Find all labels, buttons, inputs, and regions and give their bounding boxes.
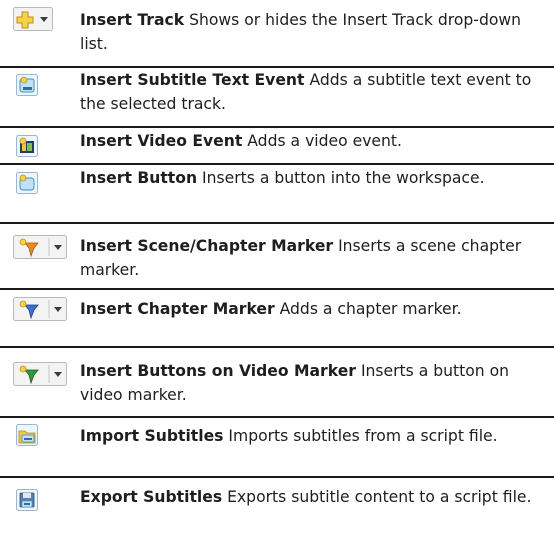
row-title: Insert Button: [80, 169, 198, 187]
row-divider: [0, 163, 554, 165]
row-text: Adds a chapter marker.: [279, 300, 462, 318]
row-title: Insert Buttons on Video Marker: [80, 362, 356, 380]
row-description: Export Subtitles Exports subtitle conten…: [80, 485, 550, 509]
row-title: Insert Scene/Chapter Marker: [80, 237, 334, 255]
row-text: Inserts a button into the workspace.: [202, 169, 485, 187]
row-divider: [0, 416, 554, 418]
row-description: Import Subtitles Imports subtitles from …: [80, 424, 550, 448]
row-description: Insert Subtitle Text Event Adds a subtit…: [80, 68, 550, 116]
row-description: Insert Buttons on Video Marker Inserts a…: [80, 359, 550, 407]
row-description: Insert Track Shows or hides the Insert T…: [80, 8, 550, 56]
row-title: Export Subtitles: [80, 488, 223, 506]
row-title: Insert Subtitle Text Event: [80, 71, 305, 89]
insert-video-event-icon[interactable]: [16, 135, 38, 157]
insert-buttons-on-video-marker-icon[interactable]: [13, 362, 67, 386]
row-title: Insert Track: [80, 11, 185, 29]
row-description: Insert Chapter Marker Adds a chapter mar…: [80, 297, 550, 321]
insert-scene-chapter-marker-icon[interactable]: [13, 235, 67, 259]
row-text: Exports subtitle content to a script fil…: [227, 488, 532, 506]
insert-track-dropdown-icon[interactable]: [13, 7, 53, 31]
row-title: Insert Video Event: [80, 132, 243, 150]
insert-subtitle-text-event-icon[interactable]: [16, 74, 38, 96]
row-text: Imports subtitles from a script file.: [228, 427, 498, 445]
row-description: Insert Video Event Adds a video event.: [80, 129, 550, 153]
row-divider: [0, 476, 554, 478]
row-divider: [0, 346, 554, 348]
row-description: Insert Button Inserts a button into the …: [80, 166, 550, 190]
row-divider: [0, 222, 554, 224]
insert-button-icon[interactable]: [16, 172, 38, 194]
import-subtitles-icon[interactable]: [16, 424, 38, 446]
export-subtitles-icon[interactable]: [16, 489, 38, 511]
row-description: Insert Scene/Chapter Marker Inserts a sc…: [80, 234, 550, 282]
row-title: Insert Chapter Marker: [80, 300, 275, 318]
row-divider: [0, 126, 554, 128]
row-title: Import Subtitles: [80, 427, 224, 445]
row-divider: [0, 288, 554, 290]
insert-chapter-marker-icon[interactable]: [13, 297, 67, 321]
row-text: Adds a video event.: [247, 132, 402, 150]
